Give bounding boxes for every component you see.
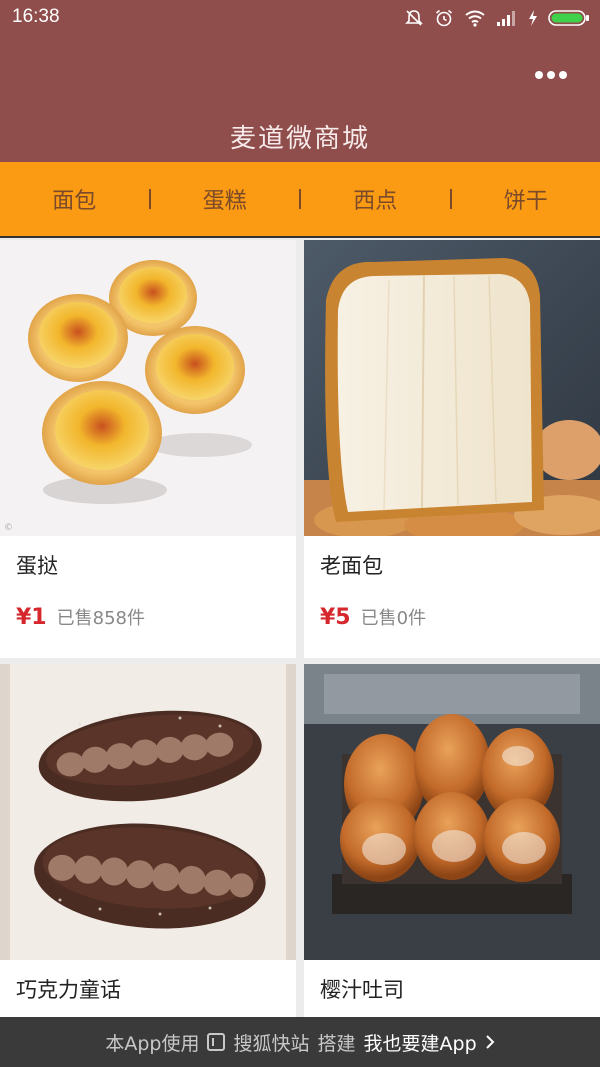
status-icons (404, 6, 590, 30)
product-image-egg-tart[interactable]: © (0, 240, 296, 536)
product-image-chocolate-bread[interactable] (0, 664, 296, 960)
product-name: 巧克力童话 (16, 978, 121, 1002)
product-name: 樱汁吐司 (320, 978, 404, 1002)
more-dots-icon[interactable] (534, 70, 568, 80)
wifi-icon (465, 10, 485, 27)
product-name: 老面包 (320, 554, 383, 578)
product-card[interactable]: 老面包 ¥5 已售0件 (304, 240, 600, 658)
product-image-toast-loaf[interactable] (304, 664, 600, 960)
charging-icon (529, 10, 537, 26)
alarm-icon (435, 9, 453, 27)
status-time: 16:38 (12, 6, 60, 27)
chevron-right-icon (485, 1035, 495, 1049)
footer-prefix: 本App使用 (105, 1032, 200, 1055)
footer-brand: 搜狐快站 (233, 1032, 310, 1055)
tab-cake[interactable]: 蛋糕 (151, 183, 300, 215)
status-bar: 16:38 (0, 0, 600, 36)
footer-middle: 搭建 (317, 1032, 356, 1055)
product-sold-count: 已售0件 (360, 608, 427, 629)
mute-icon (405, 10, 423, 26)
signal-icon (497, 11, 515, 26)
product-price: ¥1 (16, 605, 47, 630)
battery-icon (548, 10, 589, 26)
app-header: 麦道微商城 (0, 36, 600, 162)
product-grid: © 蛋挞 ¥1 已售858件 老面包 ¥5 已售0件 巧克力童话 樱汁吐司 (0, 240, 600, 1017)
product-card[interactable]: 巧克力童话 (0, 664, 296, 1017)
tab-bread[interactable]: 面包 (0, 183, 149, 215)
price-row: ¥5 已售0件 (320, 604, 426, 630)
powered-by-bar[interactable]: 本App使用 搜狐快站 搭建 我也要建App (0, 1017, 600, 1067)
kuaizhan-logo-icon (207, 1033, 226, 1051)
product-name: 蛋挞 (16, 554, 58, 578)
tab-western-pastry[interactable]: 西点 (301, 183, 450, 215)
product-image-old-bread[interactable] (304, 240, 600, 536)
product-price: ¥5 (320, 605, 351, 630)
price-row: ¥1 已售858件 (16, 604, 145, 630)
category-nav: 面包 蛋糕 西点 饼干 (0, 162, 600, 238)
product-sold-count: 已售858件 (56, 608, 145, 629)
tab-biscuits[interactable]: 饼干 (452, 183, 600, 215)
page-title: 麦道微商城 (229, 124, 370, 154)
build-app-link[interactable]: 我也要建App (364, 1029, 477, 1056)
svg-text:©: © (4, 523, 13, 533)
product-card[interactable]: © 蛋挞 ¥1 已售858件 (0, 240, 296, 658)
product-card[interactable]: 樱汁吐司 (304, 664, 600, 1017)
